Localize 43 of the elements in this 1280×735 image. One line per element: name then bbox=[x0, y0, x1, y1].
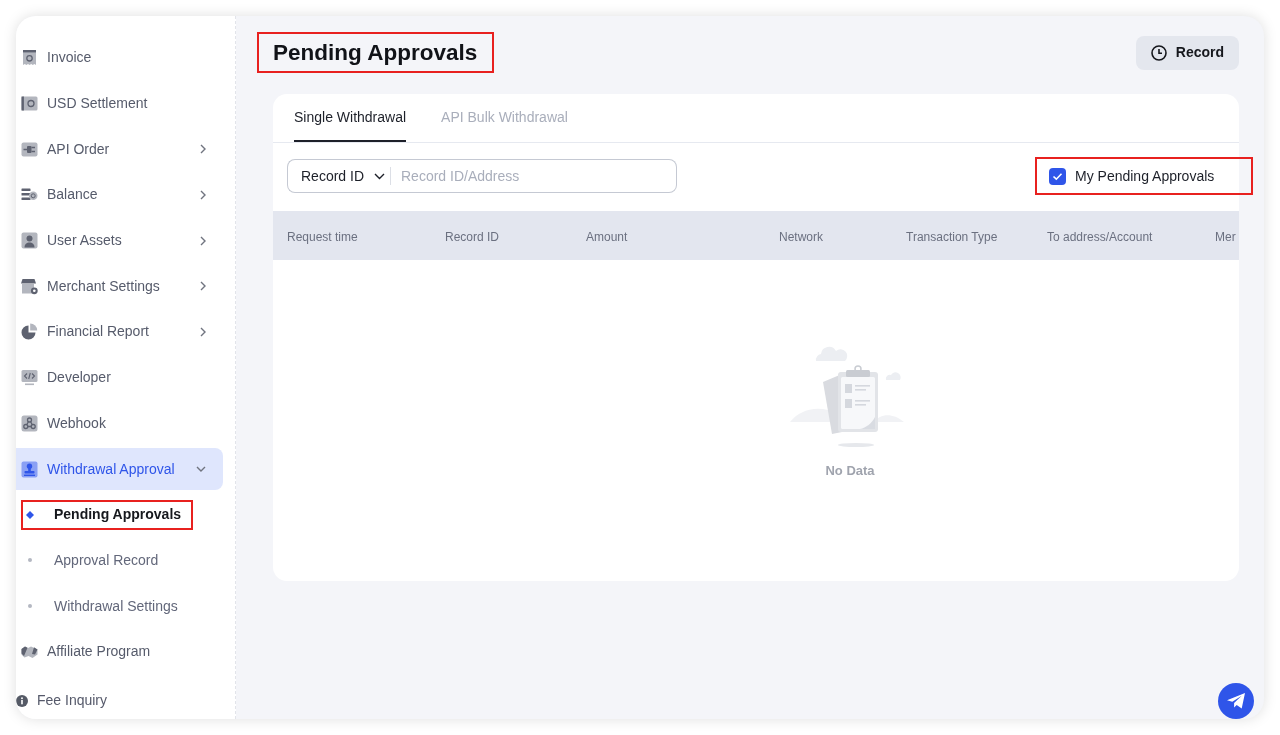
sidebar-subitem[interactable]: Withdrawal Settings bbox=[21, 591, 193, 622]
diamond-icon bbox=[26, 510, 34, 519]
clock-icon bbox=[1150, 44, 1167, 61]
sidebar-item[interactable]: Financial Report bbox=[16, 310, 223, 353]
paper-plane-button[interactable] bbox=[1218, 683, 1254, 719]
code-icon bbox=[21, 369, 38, 387]
column-header: Amount bbox=[586, 229, 628, 244]
column-header: Mer bbox=[1215, 229, 1236, 244]
empty-message: No Data bbox=[825, 462, 875, 480]
tab[interactable]: Single Withdrawal bbox=[294, 94, 407, 142]
sidebar-subitem[interactable]: Pending Approvals bbox=[21, 499, 193, 530]
sidebar-item[interactable]: Webhook bbox=[16, 402, 223, 445]
sidebar-item[interactable]: Merchant Settings bbox=[16, 265, 223, 308]
sidebar-item[interactable]: Affiliate Program bbox=[16, 630, 223, 673]
column-header: Request time bbox=[287, 229, 358, 244]
record-button[interactable]: Record bbox=[1135, 35, 1239, 70]
dot-icon bbox=[28, 604, 32, 609]
page-title: Pending Approvals bbox=[273, 38, 478, 67]
sidebar-item[interactable]: Invoice bbox=[16, 36, 223, 79]
link-nodes-icon bbox=[21, 414, 38, 432]
plug-icon bbox=[21, 140, 38, 158]
sidebar-item[interactable]: Withdrawal Approval bbox=[16, 448, 223, 491]
checkbox[interactable] bbox=[1049, 167, 1066, 185]
stamp-icon bbox=[21, 460, 38, 478]
column-header: Record ID bbox=[445, 229, 500, 244]
sidebar-subitem[interactable]: Approval Record bbox=[21, 545, 193, 576]
column-header: Transaction Type bbox=[906, 229, 998, 244]
column-header: Network bbox=[779, 229, 823, 244]
user-icon bbox=[21, 232, 38, 250]
dot-icon bbox=[28, 558, 32, 563]
sidebar-item[interactable]: Developer bbox=[16, 356, 223, 399]
sidebar-item[interactable]: API Order bbox=[16, 128, 223, 171]
sidebar-item[interactable]: User Assets bbox=[16, 219, 223, 262]
receipt-icon bbox=[21, 49, 38, 67]
paper-plane-icon bbox=[1227, 693, 1245, 709]
pie-chart-icon bbox=[21, 323, 38, 341]
fee-inquiry-link[interactable]: Fee Inquiry bbox=[37, 690, 108, 712]
checkbox-label[interactable]: My Pending Approvals bbox=[1075, 165, 1215, 187]
store-gear-icon bbox=[21, 277, 38, 295]
sidebar-item[interactable]: USD Settlement bbox=[16, 82, 223, 125]
column-header: To address/Account bbox=[1047, 229, 1153, 244]
document-icon bbox=[21, 95, 38, 113]
sidebar-item[interactable]: Balance bbox=[16, 173, 223, 216]
